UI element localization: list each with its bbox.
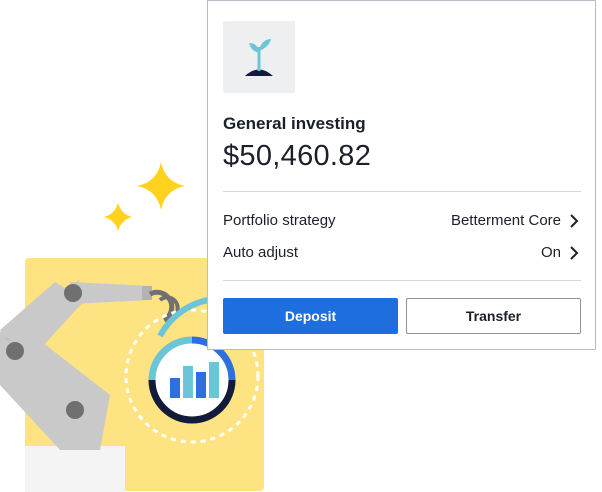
account-balance: $50,460.82: [223, 140, 372, 172]
auto-adjust-row[interactable]: Auto adjust On: [223, 241, 581, 265]
chevron-right-icon: [570, 214, 579, 228]
account-icon-tile: [223, 21, 295, 93]
transfer-button[interactable]: Transfer: [406, 298, 581, 334]
sparkle-icon: [137, 162, 185, 210]
sparkle-small-icon: [104, 203, 132, 231]
chevron-right-icon: [570, 246, 579, 260]
portfolio-strategy-label: Portfolio strategy: [223, 212, 336, 229]
portfolio-strategy-row[interactable]: Portfolio strategy Betterment Core: [223, 209, 581, 233]
auto-adjust-label: Auto adjust: [223, 244, 299, 261]
deposit-button[interactable]: Deposit: [223, 298, 398, 334]
portfolio-strategy-value: Betterment Core: [450, 212, 561, 229]
robot-base: [25, 446, 125, 492]
account-title: General investing: [223, 114, 366, 133]
growth-chart-icon: [148, 336, 236, 424]
sprout-icon: [245, 39, 273, 76]
divider: [223, 191, 581, 192]
divider: [223, 280, 581, 281]
auto-adjust-value: On: [540, 244, 561, 261]
account-card: General investing $50,460.82 Portfolio s…: [207, 0, 596, 350]
